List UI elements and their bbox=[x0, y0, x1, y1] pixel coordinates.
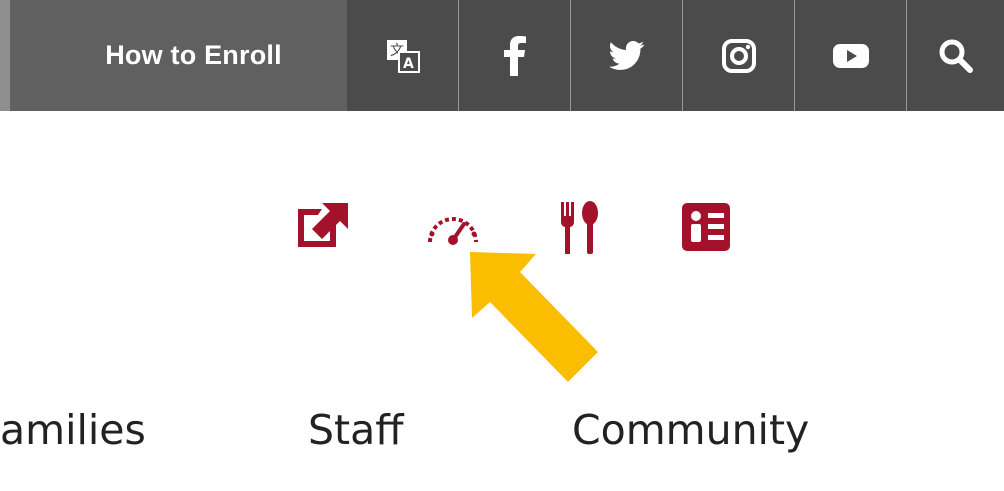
instagram-icon bbox=[721, 38, 756, 73]
annotation-arrow bbox=[470, 252, 598, 382]
svg-text:A: A bbox=[403, 56, 414, 72]
id-card-button[interactable] bbox=[680, 201, 732, 253]
search-icon bbox=[939, 39, 973, 73]
youtube-button[interactable] bbox=[794, 0, 906, 111]
translate-icon: 文 A bbox=[386, 39, 420, 73]
facebook-button[interactable] bbox=[458, 0, 570, 111]
id-card-icon bbox=[682, 203, 730, 251]
nav-staff[interactable]: Staff bbox=[308, 400, 403, 460]
how-to-enroll-link[interactable]: How to Enroll bbox=[10, 0, 347, 111]
search-button[interactable] bbox=[906, 0, 1004, 111]
facebook-icon bbox=[503, 35, 526, 76]
twitter-button[interactable] bbox=[570, 0, 682, 111]
top-bar: How to Enroll 文 A bbox=[0, 0, 1004, 111]
nav-community[interactable]: Community bbox=[572, 400, 809, 460]
utility-icon-bar: 文 A bbox=[347, 0, 1004, 111]
instagram-button[interactable] bbox=[682, 0, 794, 111]
topbar-left-edge bbox=[0, 0, 10, 111]
external-link-button[interactable] bbox=[296, 201, 350, 249]
youtube-icon bbox=[832, 43, 869, 68]
external-link-icon bbox=[298, 203, 348, 247]
twitter-icon bbox=[608, 40, 644, 70]
nav-families[interactable]: amilies bbox=[0, 400, 146, 460]
translate-button[interactable]: 文 A bbox=[347, 0, 458, 111]
